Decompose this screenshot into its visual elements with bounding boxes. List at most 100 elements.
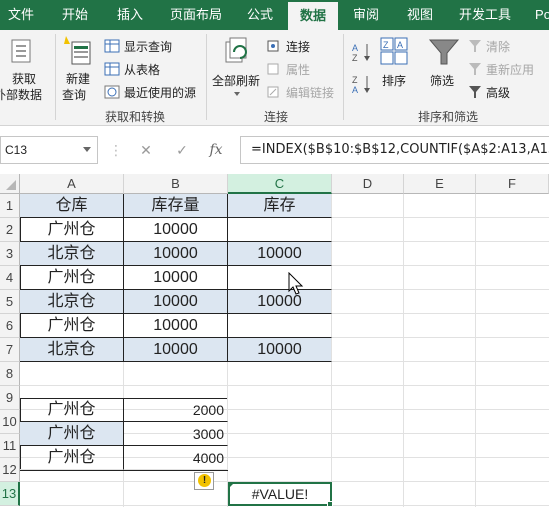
ribbon-separator: [55, 34, 56, 120]
worksheet-grid: A B C D E F 1 2 3 4 5 6 7 8 9 10 11 12 1…: [0, 174, 549, 507]
connections-button[interactable]: 连接: [266, 38, 346, 56]
cell-b3[interactable]: 10000: [124, 242, 228, 266]
ribbon-separator: [343, 34, 344, 120]
cell-c13[interactable]: #VALUE!: [228, 482, 332, 506]
cell-a2[interactable]: 广州仓: [20, 218, 124, 242]
show-queries-button[interactable]: 显示查询: [104, 38, 204, 56]
filter-label: 筛选: [430, 74, 455, 88]
cell-b1[interactable]: 库存量: [124, 194, 228, 218]
svg-text:A: A: [352, 85, 358, 94]
cell-a1[interactable]: 仓库: [20, 194, 124, 218]
reapply-icon: [469, 63, 481, 75]
sort-button[interactable]: Z A 排序: [378, 34, 412, 100]
filter-icon: [428, 39, 460, 65]
cell-a11[interactable]: 广州仓: [20, 422, 124, 446]
table-icon: [104, 39, 120, 53]
properties-icon: [267, 63, 279, 75]
cell-a3[interactable]: 北京仓: [20, 242, 124, 266]
svg-text:A: A: [352, 43, 358, 53]
name-box[interactable]: C13: [0, 136, 98, 164]
properties-button: 属性: [266, 61, 346, 79]
refresh-all-button[interactable]: 全部刷新: [210, 34, 264, 104]
connections-icon: [267, 40, 279, 52]
from-table-button[interactable]: 从表格: [104, 61, 204, 79]
formula-input[interactable]: =INDEX($B$10:$B$12,COUNTIF($A$2:A13,A13)…: [240, 136, 549, 164]
cell-a5[interactable]: 北京仓: [20, 290, 124, 314]
new-query-label-1: 新建: [66, 72, 91, 86]
get-external-label-1: 获取: [12, 72, 37, 86]
new-query-button[interactable]: 新建 查询: [60, 34, 100, 104]
cell-c1[interactable]: 库存: [228, 194, 332, 218]
tab-insert[interactable]: 插入: [108, 0, 152, 30]
enter-icon[interactable]: ✓: [172, 140, 192, 160]
cell-b12[interactable]: 4000: [124, 446, 228, 470]
insert-function-icon[interactable]: fx: [206, 140, 226, 160]
cell-b10[interactable]: 2000: [124, 398, 228, 422]
more-icon: ⋮: [109, 142, 123, 158]
warning-icon: !: [198, 474, 211, 487]
fill-handle[interactable]: [327, 501, 333, 507]
sort-ascending-icon[interactable]: AZ: [352, 42, 372, 63]
new-query-label-2: 查询: [62, 88, 87, 102]
filter-button[interactable]: 筛选: [424, 34, 464, 100]
cell-b7[interactable]: 10000: [124, 338, 228, 362]
formula-bar: C13 ⋮ ✕ ✓ fx =INDEX($B$10:$B$12,COUNTIF(…: [0, 134, 549, 166]
chevron-down-icon: [234, 92, 240, 96]
from-table-label: 从表格: [124, 63, 161, 77]
cell-a12[interactable]: 广州仓: [20, 446, 124, 470]
recent-sources-icon: [104, 85, 120, 99]
edit-links-icon: [267, 86, 279, 98]
tab-developer[interactable]: 开发工具: [450, 0, 520, 30]
group-label-sort-filter: 排序和筛选: [417, 110, 478, 124]
tab-formulas[interactable]: 公式: [238, 0, 282, 30]
cell-b6[interactable]: 10000: [124, 314, 228, 338]
cancel-icon[interactable]: ✕: [136, 140, 156, 160]
cell-b5[interactable]: 10000: [124, 290, 228, 314]
cell-c3[interactable]: 10000: [228, 242, 332, 266]
properties-label: 属性: [286, 63, 311, 77]
edit-links-label: 编辑链接: [286, 86, 335, 100]
ribbon-separator: [206, 34, 207, 120]
tab-home[interactable]: 开始: [52, 0, 98, 30]
svg-text:A: A: [397, 40, 403, 50]
new-query-icon: [64, 36, 91, 65]
clear-filter-button: 清除: [468, 38, 548, 56]
cell-a4[interactable]: 广州仓: [20, 266, 124, 290]
refresh-icon: [225, 37, 247, 63]
edit-links-button: 编辑链接: [266, 84, 346, 102]
name-box-value: C13: [5, 143, 28, 157]
cell-a7[interactable]: 北京仓: [20, 338, 124, 362]
sort-icon: Z A: [380, 37, 408, 65]
tab-view[interactable]: 视图: [398, 0, 442, 30]
cell-a10[interactable]: 广州仓: [20, 398, 124, 422]
advanced-label: 高级: [486, 86, 511, 100]
tab-data[interactable]: 数据: [288, 2, 338, 30]
group-label-get-transform: 获取和转换: [104, 110, 165, 124]
chevron-down-icon[interactable]: [83, 147, 91, 152]
cell-c7[interactable]: 10000: [228, 338, 332, 362]
cell-b4[interactable]: 10000: [124, 266, 228, 290]
cell-b2[interactable]: 10000: [124, 218, 228, 242]
recent-sources-button[interactable]: 最近使用的源: [104, 84, 204, 102]
get-external-data-button[interactable]: 获取 外部数据: [0, 34, 54, 104]
error-indicator: [228, 482, 235, 489]
cell-c6[interactable]: [228, 314, 332, 338]
cell-a6[interactable]: 广州仓: [20, 314, 124, 338]
tab-page-layout[interactable]: 页面布局: [162, 0, 230, 30]
tab-file[interactable]: 文件: [0, 0, 42, 30]
tab-review[interactable]: 审阅: [344, 0, 388, 30]
cell-c4[interactable]: [228, 266, 332, 290]
error-warning-button[interactable]: !: [194, 472, 214, 490]
get-external-label-2: 外部数据: [0, 88, 43, 102]
table-icon: [104, 62, 120, 76]
cell-c2[interactable]: [228, 218, 332, 242]
cell-b11[interactable]: 3000: [124, 422, 228, 446]
group-label-connections: 连接: [263, 110, 288, 124]
svg-text:Z: Z: [352, 75, 358, 85]
sort-descending-icon[interactable]: ZA: [352, 74, 372, 95]
cell-c5[interactable]: 10000: [228, 290, 332, 314]
show-queries-label: 显示查询: [124, 40, 173, 54]
advanced-filter-button[interactable]: 高级: [468, 84, 548, 102]
tab-power[interactable]: Po: [530, 0, 549, 30]
svg-text:Z: Z: [383, 40, 389, 50]
